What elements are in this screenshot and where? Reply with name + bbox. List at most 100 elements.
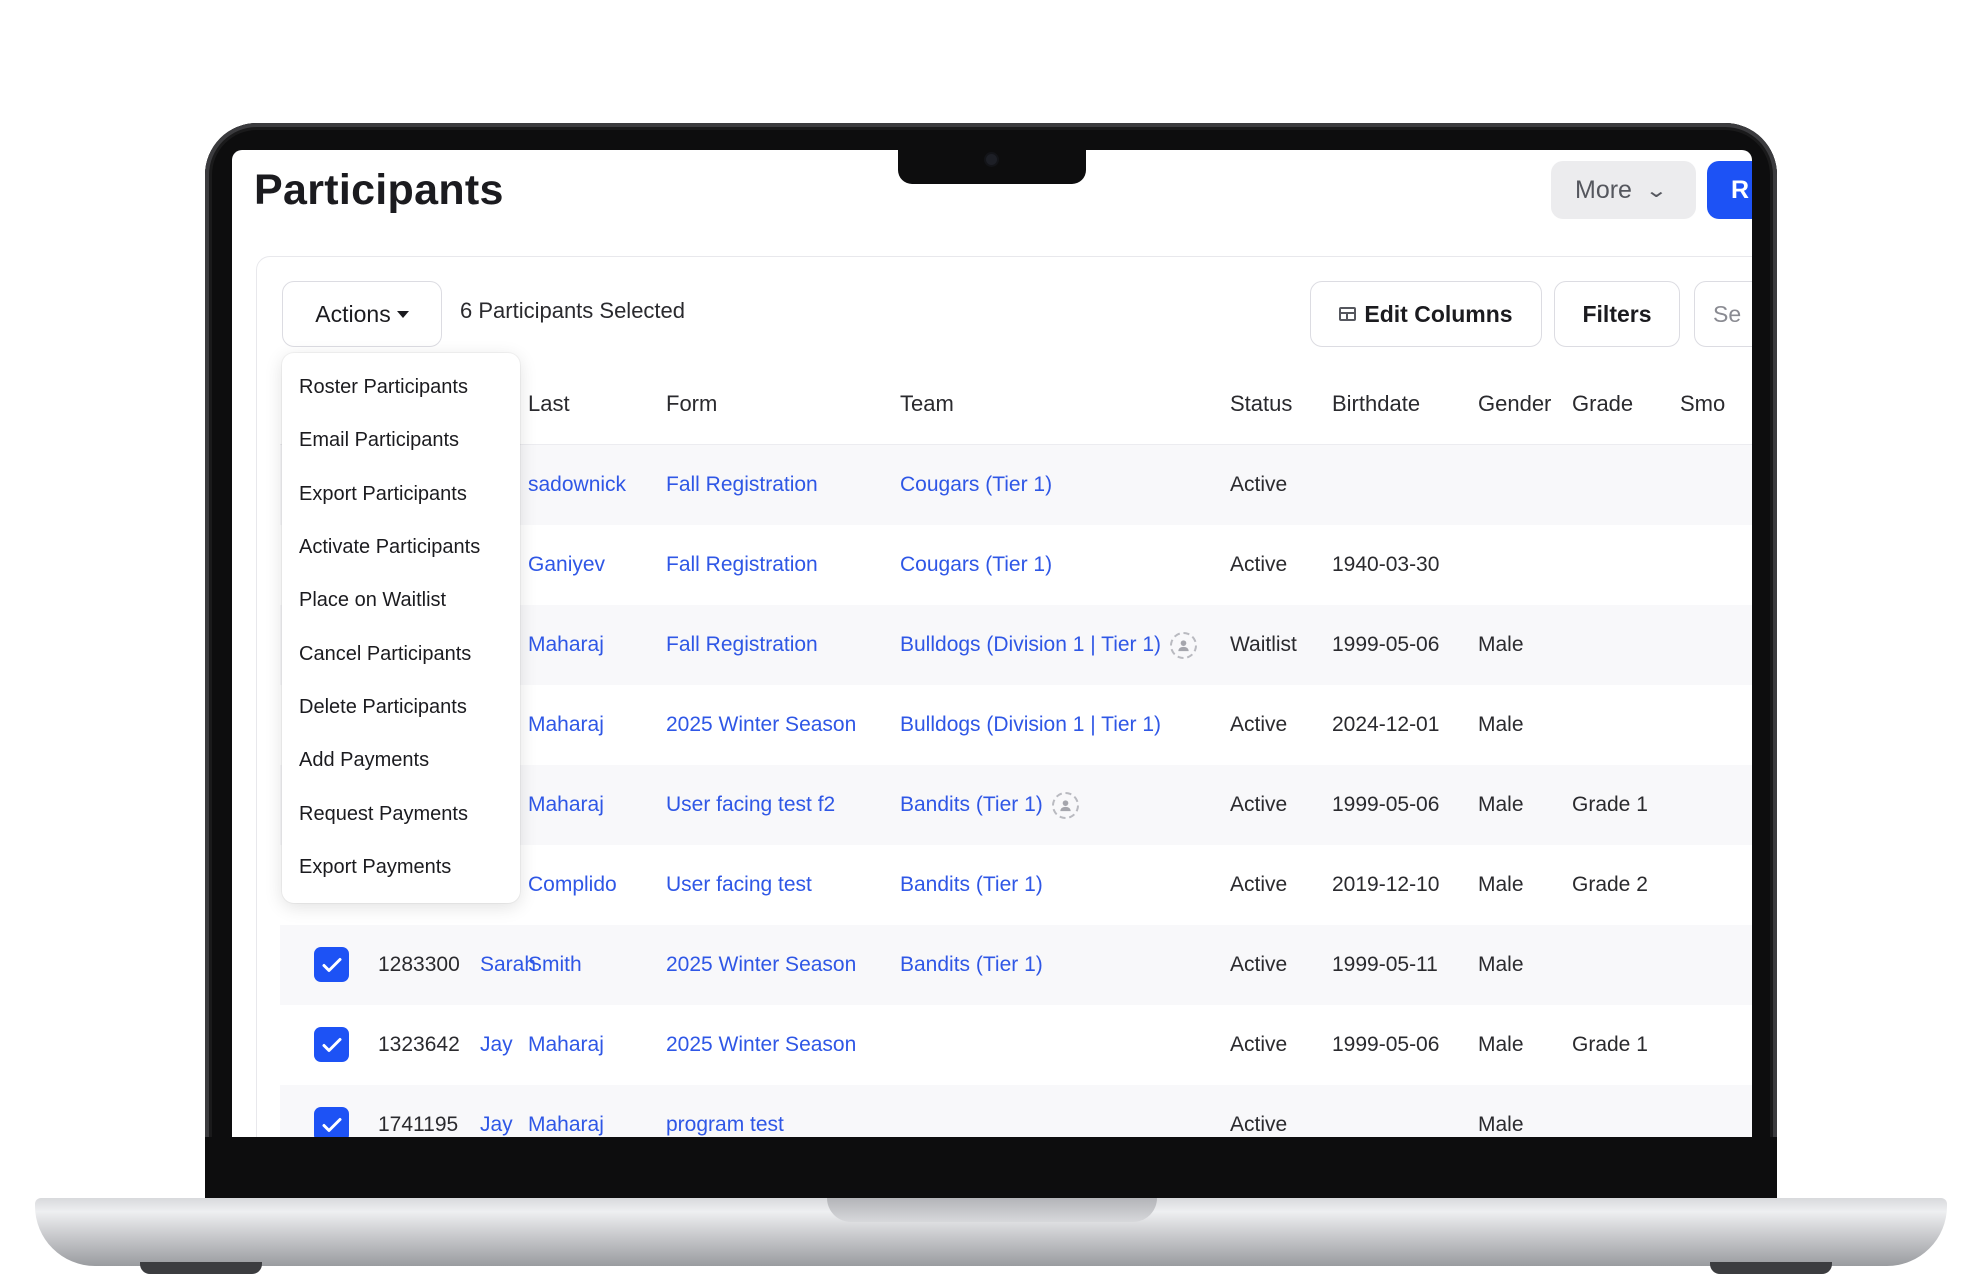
column-gender[interactable]: Gender bbox=[1478, 364, 1551, 444]
form-link[interactable]: User facing test f2 bbox=[666, 765, 835, 845]
grade-cell: Grade 2 bbox=[1572, 873, 1648, 896]
column-grade[interactable]: Grade bbox=[1572, 364, 1633, 444]
last-name-link[interactable]: Smith bbox=[528, 925, 582, 1005]
grade-cell: Grade 1 bbox=[1572, 793, 1648, 816]
gender-cell: Male bbox=[1478, 793, 1524, 816]
chevron-down-icon: ⌄ bbox=[1644, 179, 1669, 202]
laptop-foot-right bbox=[1710, 1262, 1832, 1274]
checkmark-icon bbox=[322, 957, 341, 972]
user-badge-icon bbox=[1051, 791, 1079, 819]
team-link[interactable]: Cougars (Tier 1) bbox=[900, 525, 1052, 605]
status-cell: Active bbox=[1230, 1113, 1288, 1136]
form-link[interactable]: 2025 Winter Season bbox=[666, 1005, 856, 1085]
form-link[interactable]: Fall Registration bbox=[666, 445, 818, 525]
form-link[interactable]: program test bbox=[666, 1085, 784, 1137]
menu-item-add-payments[interactable]: Add Payments bbox=[282, 734, 520, 787]
gender-cell: Male bbox=[1478, 1033, 1524, 1056]
participant-id: 1283300 bbox=[378, 953, 460, 976]
status-cell: Active bbox=[1230, 553, 1288, 576]
form-link[interactable]: Fall Registration bbox=[666, 605, 818, 685]
form-link[interactable]: 2025 Winter Season bbox=[666, 685, 856, 765]
row-checkbox[interactable] bbox=[314, 1027, 349, 1062]
row-checkbox[interactable] bbox=[314, 1107, 349, 1137]
gender-cell: Male bbox=[1478, 713, 1524, 736]
column-birthdate[interactable]: Birthdate bbox=[1332, 364, 1420, 444]
filters-button[interactable]: Filters bbox=[1554, 281, 1680, 347]
actions-label: Actions bbox=[315, 300, 391, 327]
team-link[interactable]: Bandits (Tier 1) bbox=[900, 925, 1043, 1005]
menu-item-roster-participants[interactable]: Roster Participants bbox=[282, 361, 520, 414]
table-row[interactable]: 1741195 Jay Maharaj program test Active … bbox=[280, 1085, 1752, 1137]
menu-item-activate-participants[interactable]: Activate Participants bbox=[282, 521, 520, 574]
column-last[interactable]: Last bbox=[528, 364, 570, 444]
gender-cell: Male bbox=[1478, 873, 1524, 896]
form-link[interactable]: Fall Registration bbox=[666, 525, 818, 605]
birthdate-cell: 1999-05-06 bbox=[1332, 793, 1440, 816]
user-badge-icon bbox=[1170, 631, 1198, 659]
search-button[interactable]: Se bbox=[1694, 281, 1752, 347]
app-screen: Participants More ⌄ R Actions 6 Particip… bbox=[232, 150, 1752, 1137]
menu-item-cancel-participants[interactable]: Cancel Participants bbox=[282, 627, 520, 680]
checkmark-icon bbox=[322, 1117, 341, 1132]
status-cell: Active bbox=[1230, 473, 1288, 496]
last-name-link[interactable]: Ganiyev bbox=[528, 525, 605, 605]
last-name-link[interactable]: Maharaj bbox=[528, 605, 604, 685]
team-link[interactable]: Bulldogs (Division 1 | Tier 1) bbox=[900, 685, 1161, 765]
first-name-link[interactable]: Jay bbox=[480, 1005, 513, 1085]
birthdate-cell: 1999-05-11 bbox=[1332, 953, 1438, 976]
gender-cell: Male bbox=[1478, 1113, 1524, 1136]
last-name-link[interactable]: Maharaj bbox=[528, 1005, 604, 1085]
status-cell: Active bbox=[1230, 953, 1288, 976]
last-name-link[interactable]: Maharaj bbox=[528, 765, 604, 845]
actions-button[interactable]: Actions bbox=[282, 281, 442, 347]
last-name-link[interactable]: sadownick bbox=[528, 445, 626, 525]
team-link[interactable]: Cougars (Tier 1) bbox=[900, 445, 1052, 525]
row-checkbox[interactable] bbox=[314, 947, 349, 982]
more-button[interactable]: More ⌄ bbox=[1551, 161, 1696, 219]
team-link[interactable]: Bandits (Tier 1) bbox=[900, 793, 1043, 817]
menu-item-email-participants[interactable]: Email Participants bbox=[282, 414, 520, 467]
status-cell: Active bbox=[1230, 873, 1288, 896]
last-name-link[interactable]: Maharaj bbox=[528, 685, 604, 765]
form-link[interactable]: 2025 Winter Season bbox=[666, 925, 856, 1005]
menu-item-export-participants[interactable]: Export Participants bbox=[282, 468, 520, 521]
table-row[interactable]: 1323642 Jay Maharaj 2025 Winter Season A… bbox=[280, 1005, 1752, 1085]
laptop-foot-left bbox=[140, 1262, 262, 1274]
camera-icon bbox=[986, 154, 997, 165]
team-link[interactable]: Bandits (Tier 1) bbox=[900, 845, 1043, 925]
camera-notch bbox=[898, 148, 1086, 184]
column-status[interactable]: Status bbox=[1230, 364, 1292, 444]
status-cell: Waitlist bbox=[1230, 633, 1297, 656]
screen-bezel bbox=[205, 1137, 1777, 1199]
laptop-hinge-notch bbox=[827, 1198, 1157, 1222]
checkmark-icon bbox=[322, 1037, 341, 1052]
form-link[interactable]: User facing test bbox=[666, 845, 812, 925]
grade-cell: Grade 1 bbox=[1572, 1033, 1648, 1056]
last-name-link[interactable]: Maharaj bbox=[528, 1085, 604, 1137]
birthdate-cell: 2019-12-10 bbox=[1332, 873, 1440, 896]
table-row[interactable]: 1283300 Sarah Smith 2025 Winter Season B… bbox=[280, 925, 1752, 1005]
team-link[interactable]: Bulldogs (Division 1 | Tier 1) bbox=[900, 633, 1161, 657]
menu-item-export-payments[interactable]: Export Payments bbox=[282, 841, 520, 894]
status-cell: Active bbox=[1230, 793, 1288, 816]
birthdate-cell: 2024-12-01 bbox=[1332, 713, 1440, 736]
menu-item-place-on-waitlist[interactable]: Place on Waitlist bbox=[282, 574, 520, 627]
first-name-link[interactable]: Jay bbox=[480, 1085, 513, 1137]
edit-columns-button[interactable]: Edit Columns bbox=[1310, 281, 1542, 347]
column-form[interactable]: Form bbox=[666, 364, 717, 444]
columns-icon bbox=[1339, 307, 1357, 321]
menu-item-delete-participants[interactable]: Delete Participants bbox=[282, 681, 520, 734]
selection-count: 6 Participants Selected bbox=[460, 298, 686, 323]
page-title: Participants bbox=[254, 166, 504, 214]
caret-down-icon bbox=[396, 310, 409, 318]
primary-action-button[interactable]: R bbox=[1707, 161, 1752, 219]
column-team[interactable]: Team bbox=[900, 364, 954, 444]
last-name-link[interactable]: Complido bbox=[528, 845, 617, 925]
column-smo[interactable]: Smo bbox=[1680, 364, 1725, 444]
more-label: More bbox=[1575, 175, 1632, 204]
gender-cell: Male bbox=[1478, 953, 1524, 976]
birthdate-cell: 1999-05-06 bbox=[1332, 633, 1440, 656]
gender-cell: Male bbox=[1478, 633, 1524, 656]
participant-id: 1741195 bbox=[378, 1113, 459, 1136]
menu-item-request-payments[interactable]: Request Payments bbox=[282, 787, 520, 840]
